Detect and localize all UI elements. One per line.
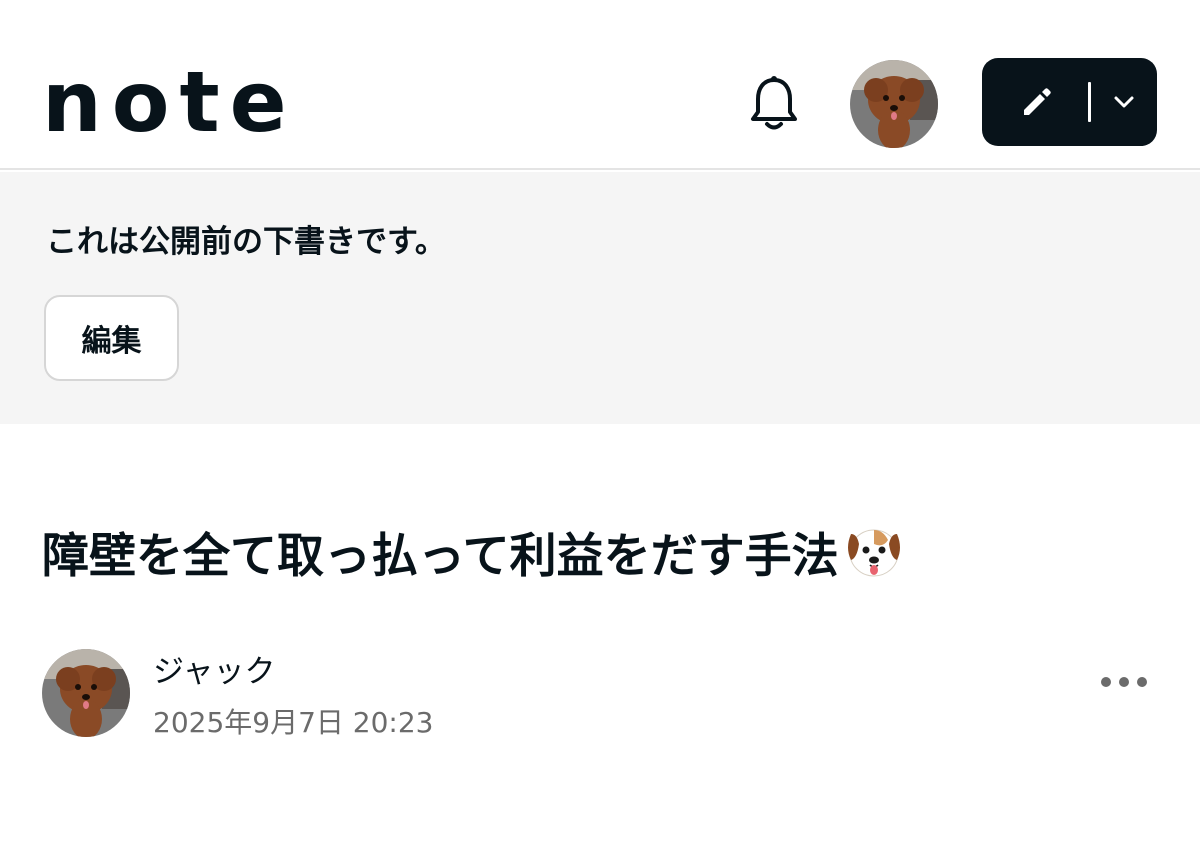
draft-banner xyxy=(0,172,1200,424)
post-date: 2025年9月7日 20:23 xyxy=(153,706,434,739)
article-title-text: 障壁を全て取っ払って利益をだす手法 xyxy=(42,529,839,584)
draft-message: これは公開前の下書きです。 xyxy=(46,224,446,260)
more-dots-icon[interactable] xyxy=(1096,668,1152,696)
author-avatar[interactable] xyxy=(42,649,130,737)
top-header: note xyxy=(0,0,1200,170)
bell-icon[interactable] xyxy=(748,74,800,132)
post-button[interactable] xyxy=(982,58,1157,146)
author-name[interactable]: ジャック xyxy=(153,650,275,694)
note-logo[interactable]: note xyxy=(42,60,297,144)
button-divider xyxy=(1088,82,1091,122)
chevron-down-icon[interactable] xyxy=(1112,92,1136,112)
edit-button[interactable]: 編集 xyxy=(44,295,179,381)
pen-icon xyxy=(1024,88,1051,115)
article-title: 障壁を全て取っ払って利益をだす手法 xyxy=(42,520,1162,592)
user-avatar[interactable] xyxy=(850,60,938,148)
dog-face-icon xyxy=(847,529,900,577)
